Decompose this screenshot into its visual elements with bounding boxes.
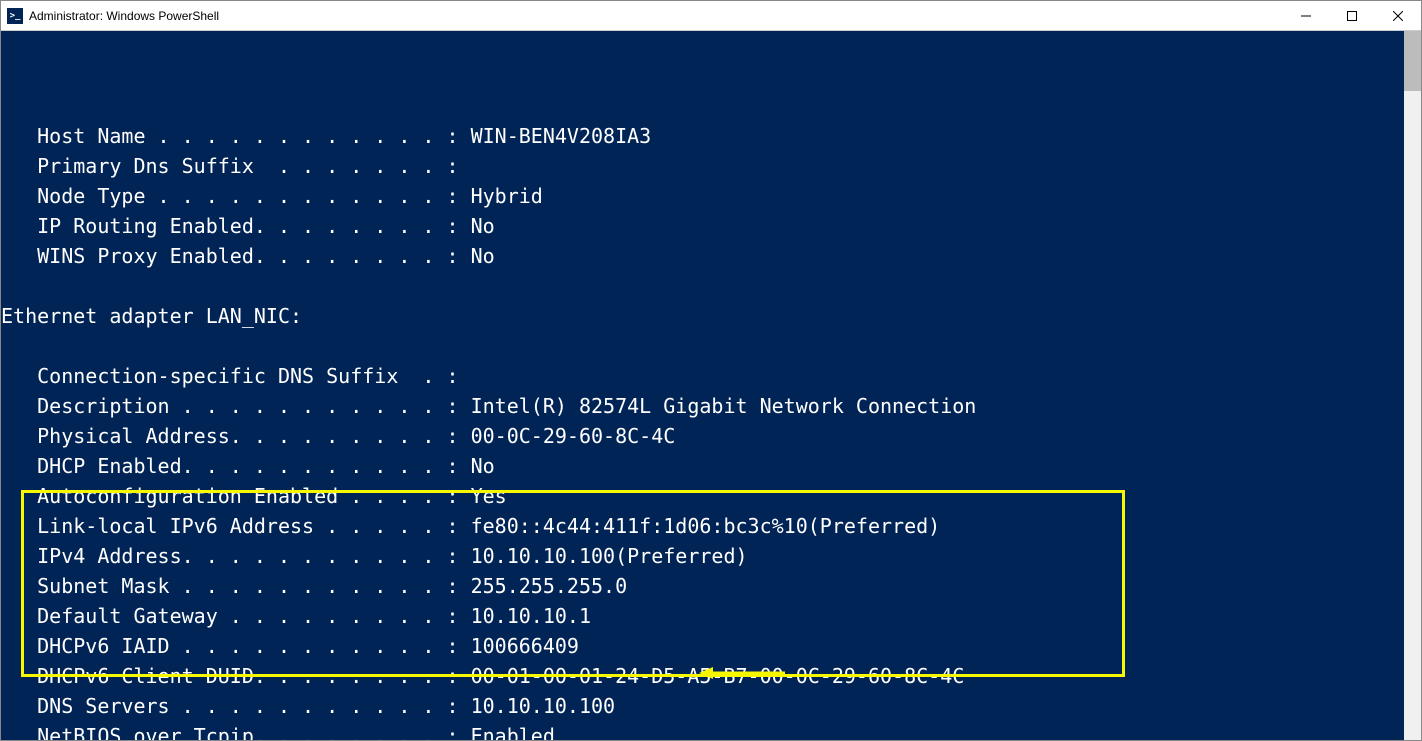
terminal-line: Connection-specific DNS Suffix . : <box>1 361 1404 391</box>
terminal-line: IPv4 Address. . . . . . . . . . . : 10.1… <box>1 541 1404 571</box>
terminal-line: Autoconfiguration Enabled . . . . : Yes <box>1 481 1404 511</box>
terminal-line: WINS Proxy Enabled. . . . . . . . : No <box>1 241 1404 271</box>
window-title: Administrator: Windows PowerShell <box>29 9 1283 23</box>
terminal-line <box>1 271 1404 301</box>
terminal-line: Primary Dns Suffix . . . . . . . : <box>1 151 1404 181</box>
window-titlebar: >_ Administrator: Windows PowerShell <box>1 1 1421 31</box>
powershell-icon: >_ <box>7 8 23 24</box>
terminal-line <box>1 91 1404 121</box>
terminal-line: NetBIOS over Tcpip. . . . . . . . : Enab… <box>1 721 1404 740</box>
window-controls <box>1283 1 1421 31</box>
terminal-line: Host Name . . . . . . . . . . . . : WIN-… <box>1 121 1404 151</box>
terminal-line: DHCPv6 Client DUID. . . . . . . . : 00-0… <box>1 661 1404 691</box>
terminal-line: Physical Address. . . . . . . . . : 00-0… <box>1 421 1404 451</box>
terminal-line: Node Type . . . . . . . . . . . . : Hybr… <box>1 181 1404 211</box>
terminal-line: Subnet Mask . . . . . . . . . . . : 255.… <box>1 571 1404 601</box>
terminal-line: IP Routing Enabled. . . . . . . . : No <box>1 211 1404 241</box>
close-button[interactable] <box>1375 1 1421 31</box>
terminal-output[interactable]: Host Name . . . . . . . . . . . . : WIN-… <box>1 31 1421 740</box>
terminal-line: Ethernet adapter LAN_NIC: <box>1 301 1404 331</box>
scrollbar-thumb[interactable] <box>1404 31 1421 91</box>
terminal-line <box>1 331 1404 361</box>
vertical-scrollbar[interactable] <box>1404 31 1421 740</box>
terminal-line: DHCP Enabled. . . . . . . . . . . : No <box>1 451 1404 481</box>
maximize-button[interactable] <box>1329 1 1375 31</box>
terminal-line: Default Gateway . . . . . . . . . : 10.1… <box>1 601 1404 631</box>
terminal-line: Link-local IPv6 Address . . . . . : fe80… <box>1 511 1404 541</box>
terminal-line: DHCPv6 IAID . . . . . . . . . . . : 1006… <box>1 631 1404 661</box>
minimize-button[interactable] <box>1283 1 1329 31</box>
terminal-line: DNS Servers . . . . . . . . . . . : 10.1… <box>1 691 1404 721</box>
terminal-line: Description . . . . . . . . . . . : Inte… <box>1 391 1404 421</box>
